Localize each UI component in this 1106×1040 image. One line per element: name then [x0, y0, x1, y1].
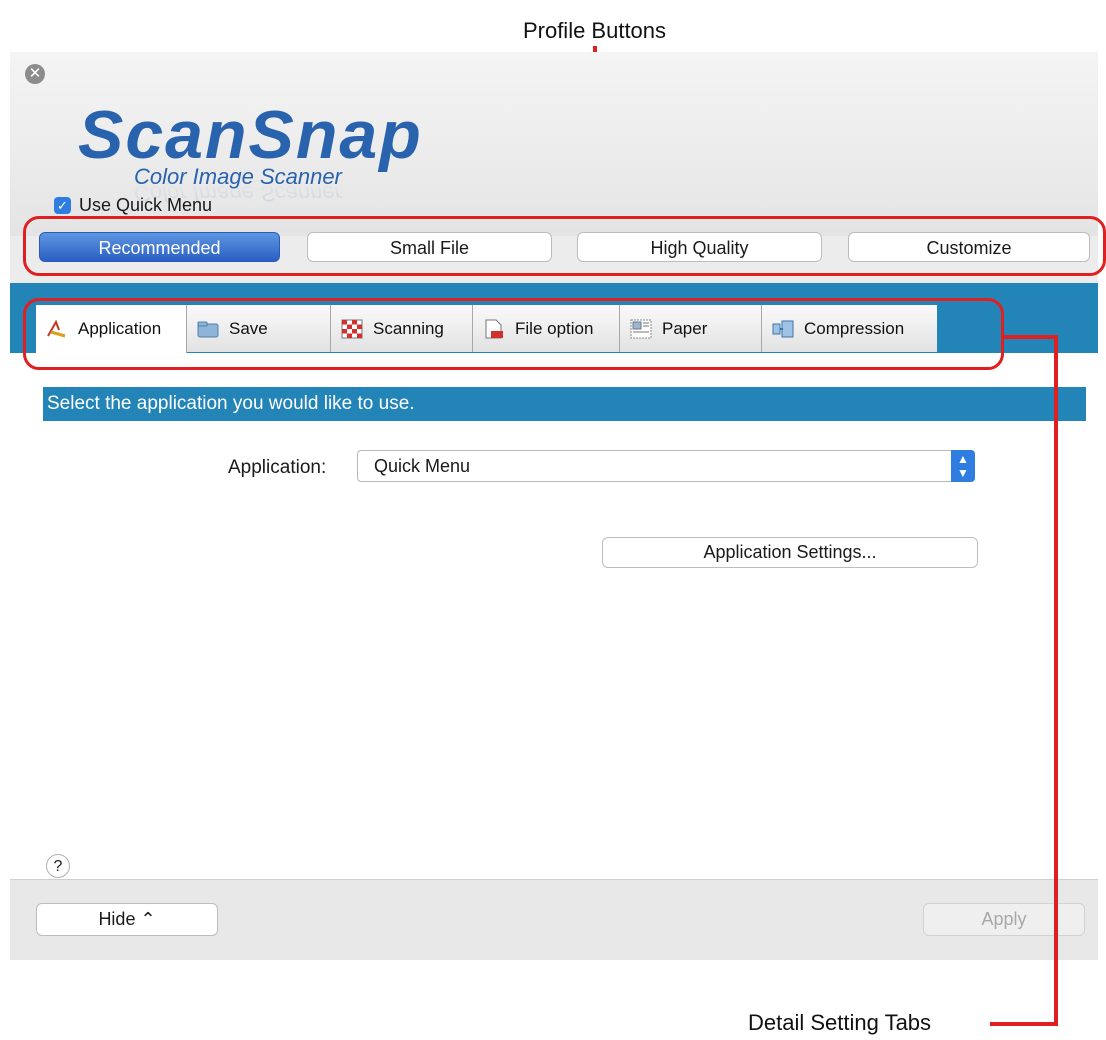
detail-tabs-leader-bottom [990, 1022, 1058, 1026]
application-select[interactable]: Quick Menu ▲ ▼ [357, 450, 975, 482]
application-settings-button[interactable]: Application Settings... [602, 537, 978, 568]
apply-button[interactable]: Apply [923, 903, 1085, 936]
application-label: Application: [228, 457, 327, 478]
detail-tabs-highlight [23, 298, 1004, 370]
profile-buttons-highlight [23, 216, 1106, 276]
hide-button[interactable]: Hide ⌃ [36, 903, 218, 936]
checkmark-icon[interactable]: ✓ [54, 196, 71, 214]
scansnap-settings-window: ✕ ScanSnap Color Image Scanner Color Ima… [10, 52, 1098, 960]
detail-setting-tabs-callout: Detail Setting Tabs [748, 1010, 932, 1035]
window-footer: Hide ⌃ Apply [10, 879, 1098, 960]
logo-brand: ScanSnap [78, 102, 423, 173]
detail-tabs-leader-vertical [1054, 335, 1058, 1026]
settings-content: Application Save Scanning File option Pa… [10, 283, 1098, 879]
application-select-value: Quick Menu [374, 456, 471, 476]
window-header: ✕ ScanSnap Color Image Scanner Color Ima… [10, 52, 1098, 262]
help-icon[interactable]: ? [46, 854, 70, 878]
use-quick-menu-checkbox[interactable]: ✓ Use Quick Menu [54, 193, 212, 217]
select-arrows-icon[interactable]: ▲ ▼ [951, 450, 975, 482]
use-quick-menu-label: Use Quick Menu [79, 194, 213, 215]
close-icon[interactable]: ✕ [25, 64, 45, 84]
instruction-bar: Select the application you would like to… [43, 387, 1086, 421]
profile-buttons-callout: Profile Buttons [522, 18, 667, 43]
detail-tabs-leader-horizontal [1004, 335, 1058, 339]
